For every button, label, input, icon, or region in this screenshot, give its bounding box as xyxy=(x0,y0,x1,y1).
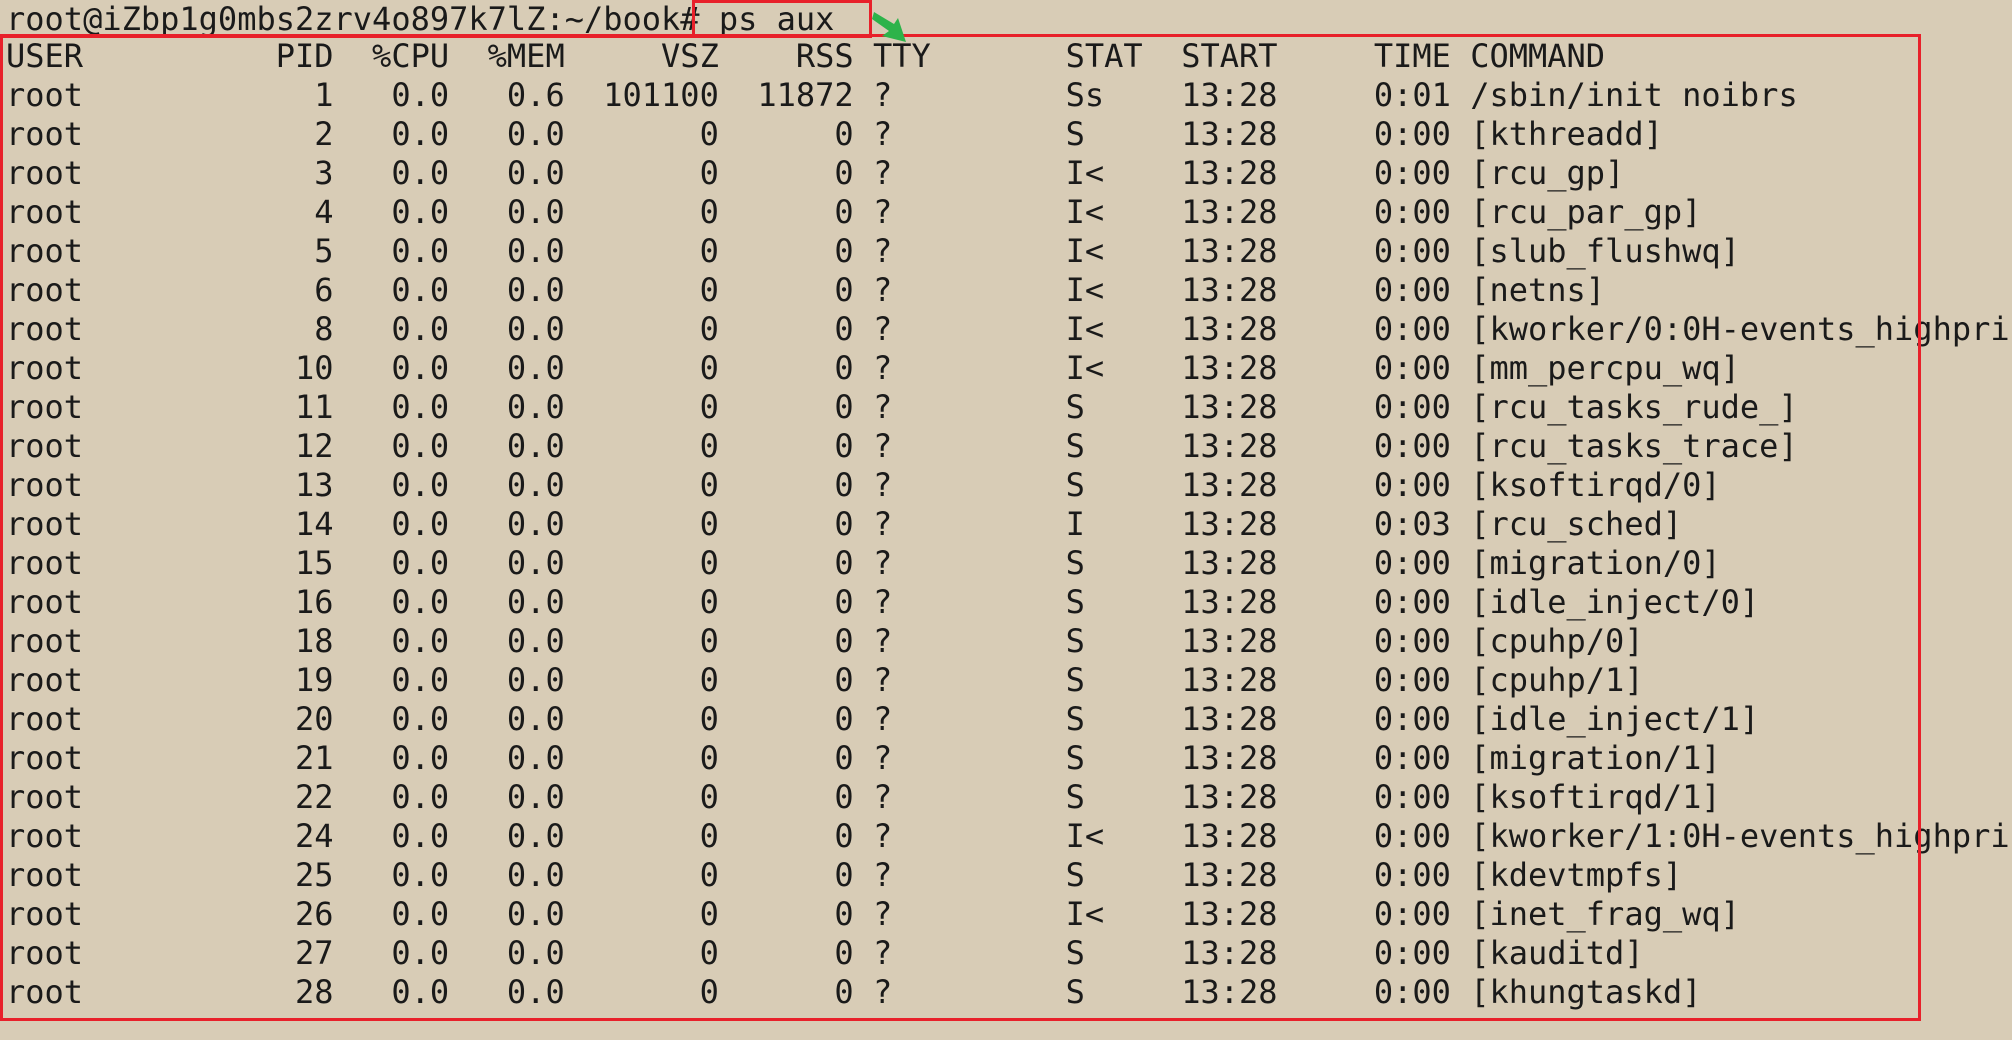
terminal-window[interactable]: root@iZbp1g0mbs2zrv4o897k7lZ:~/book# ps … xyxy=(0,0,2012,1040)
prompt-underline xyxy=(0,0,692,38)
arrow-icon xyxy=(872,12,906,42)
output-highlight-box xyxy=(0,34,1921,1021)
command-highlight-box xyxy=(692,0,872,38)
